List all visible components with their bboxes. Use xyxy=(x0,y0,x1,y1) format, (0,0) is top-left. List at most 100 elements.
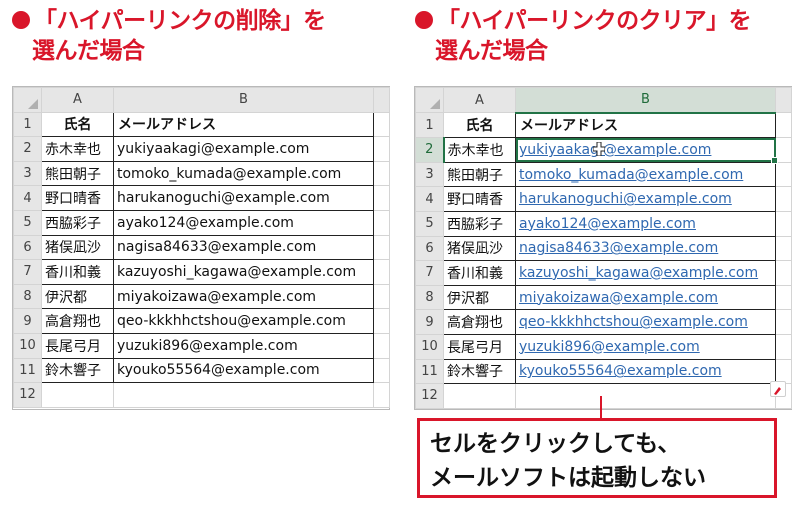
column-header-b[interactable]: B xyxy=(113,87,374,113)
column-header-c[interactable] xyxy=(775,86,792,114)
cell-name[interactable]: 猪俣凪沙 xyxy=(443,235,516,262)
cell[interactable] xyxy=(775,235,792,262)
row-header[interactable]: 10 xyxy=(13,332,42,359)
cell-name[interactable]: 香川和義 xyxy=(41,259,114,285)
select-all-corner[interactable] xyxy=(13,87,42,113)
cell-email[interactable]: nagisa84633@example.com xyxy=(113,234,374,261)
cell-email[interactable]: yuzuki896@example.com xyxy=(515,333,776,360)
row-header[interactable]: 5 xyxy=(415,210,444,237)
cell-name[interactable]: 高倉翔也 xyxy=(41,308,114,334)
row-header[interactable]: 7 xyxy=(13,259,42,285)
row-header[interactable]: 9 xyxy=(415,309,444,335)
cell-name[interactable]: 鈴木響子 xyxy=(443,358,516,385)
cell[interactable] xyxy=(373,332,390,359)
cell[interactable] xyxy=(775,112,792,139)
cell-name[interactable]: 西脇彩子 xyxy=(443,210,516,237)
cell-name[interactable]: 鈴木響子 xyxy=(41,357,114,384)
row-header[interactable]: 1 xyxy=(415,112,444,139)
row-header[interactable]: 12 xyxy=(415,383,444,409)
cell-email[interactable]: miyakoizawa@example.com xyxy=(515,284,776,311)
row-header[interactable]: 7 xyxy=(415,260,444,286)
row-header[interactable]: 10 xyxy=(415,333,444,360)
cell[interactable] xyxy=(373,308,390,334)
cell-email-header[interactable]: メールアドレス xyxy=(515,112,776,139)
cell-name[interactable]: 長尾弓月 xyxy=(443,333,516,360)
cell[interactable] xyxy=(775,161,792,188)
cell[interactable] xyxy=(373,259,390,285)
cell[interactable] xyxy=(775,333,792,360)
cell-email[interactable]: yukiyaakagi@example.com xyxy=(113,136,374,162)
cell-name[interactable]: 熊田朝子 xyxy=(443,161,516,188)
cell-email[interactable]: ayako124@example.com xyxy=(113,209,374,236)
row-header[interactable]: 12 xyxy=(13,382,42,408)
cell-name[interactable]: 赤木幸也 xyxy=(41,136,114,162)
column-header-c[interactable] xyxy=(373,87,390,113)
cell[interactable] xyxy=(373,234,390,261)
row-header[interactable]: 4 xyxy=(13,185,42,211)
cell-name[interactable]: 赤木幸也 xyxy=(443,137,516,163)
cell-name-header[interactable]: 氏名 xyxy=(41,111,114,138)
cell-name[interactable]: 野口晴香 xyxy=(443,186,516,212)
cell[interactable] xyxy=(775,260,792,286)
cell-email[interactable]: harukanoguchi@example.com xyxy=(515,186,776,212)
cell-email[interactable]: yuzuki896@example.com xyxy=(113,332,374,359)
cell[interactable] xyxy=(373,136,390,162)
cell-email[interactable]: tomoko_kumada@example.com xyxy=(113,160,374,187)
cell[interactable] xyxy=(775,284,792,311)
column-header-a[interactable]: A xyxy=(443,86,516,114)
row-header[interactable]: 9 xyxy=(13,308,42,334)
column-header-b[interactable]: B xyxy=(515,86,776,114)
cell-name[interactable]: 猪俣凪沙 xyxy=(41,234,114,261)
cell-name[interactable]: 西脇彩子 xyxy=(41,209,114,236)
cell-name-header[interactable]: 氏名 xyxy=(443,112,516,139)
cell-email[interactable]: tomoko_kumada@example.com xyxy=(515,161,776,188)
cell[interactable] xyxy=(515,383,776,409)
cell[interactable] xyxy=(373,357,390,384)
cell-email[interactable]: nagisa84633@example.com xyxy=(515,235,776,262)
cell[interactable] xyxy=(775,210,792,237)
row-header[interactable]: 4 xyxy=(415,186,444,212)
row-header[interactable]: 2 xyxy=(415,137,445,163)
cell-email[interactable]: miyakoizawa@example.com xyxy=(113,283,374,310)
cell[interactable] xyxy=(373,185,390,211)
cell-email[interactable]: qeo-kkkhhctshou@example.com xyxy=(515,309,776,335)
cell[interactable] xyxy=(113,382,374,408)
cell-email[interactable]: kyouko55564@example.com xyxy=(515,358,776,385)
cell-email[interactable]: ayako124@example.com xyxy=(515,210,776,237)
cell[interactable] xyxy=(373,160,390,187)
cell[interactable] xyxy=(373,283,390,310)
row-header[interactable]: 11 xyxy=(415,358,444,385)
row-header[interactable]: 3 xyxy=(13,160,42,187)
select-all-corner[interactable] xyxy=(415,86,444,114)
row-header[interactable]: 3 xyxy=(415,161,444,188)
cell[interactable] xyxy=(373,382,390,408)
fill-handle[interactable] xyxy=(771,157,778,164)
cell[interactable] xyxy=(443,383,516,409)
cell[interactable] xyxy=(775,358,792,385)
paste-options-icon[interactable] xyxy=(770,381,786,397)
cell-email[interactable]: kyouko55564@example.com xyxy=(113,357,374,384)
cell-email[interactable]: harukanoguchi@example.com xyxy=(113,185,374,211)
cell-email[interactable]: kazuyoshi_kagawa@example.com xyxy=(113,259,374,285)
cell-name[interactable]: 野口晴香 xyxy=(41,185,114,211)
column-header-a[interactable]: A xyxy=(41,87,114,113)
cell[interactable] xyxy=(373,111,390,138)
row-header[interactable]: 8 xyxy=(415,284,444,311)
row-header[interactable]: 1 xyxy=(13,111,42,138)
cell-name[interactable]: 伊沢都 xyxy=(41,283,114,310)
row-header[interactable]: 6 xyxy=(415,235,444,262)
cell-email[interactable]: qeo-kkkhhctshou@example.com xyxy=(113,308,374,334)
cell-name[interactable]: 長尾弓月 xyxy=(41,332,114,359)
row-header[interactable]: 5 xyxy=(13,209,42,236)
cell-name[interactable]: 香川和義 xyxy=(443,260,516,286)
cell-name[interactable]: 熊田朝子 xyxy=(41,160,114,187)
row-header[interactable]: 2 xyxy=(13,136,42,162)
cell-email[interactable]: kazuyoshi_kagawa@example.com xyxy=(515,260,776,286)
cell-name[interactable]: 伊沢都 xyxy=(443,284,516,311)
row-header[interactable]: 8 xyxy=(13,283,42,310)
row-header[interactable]: 11 xyxy=(13,357,42,384)
cell-email-header[interactable]: メールアドレス xyxy=(113,111,374,138)
cell[interactable] xyxy=(775,309,792,335)
cell[interactable] xyxy=(41,382,114,408)
cell[interactable] xyxy=(373,209,390,236)
